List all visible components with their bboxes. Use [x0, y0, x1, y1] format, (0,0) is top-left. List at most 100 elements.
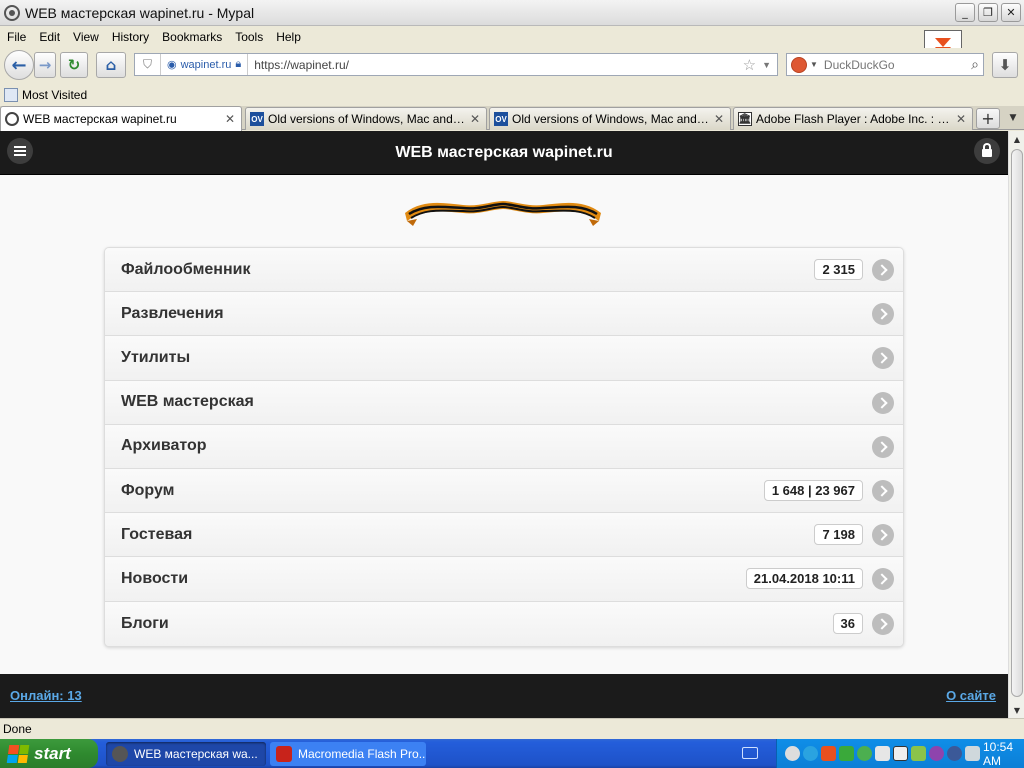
tray-volume-icon[interactable] [965, 746, 980, 761]
list-item-web-workshop[interactable]: WEB мастерская [105, 380, 903, 425]
system-tray: 10:54 AM [776, 739, 1024, 768]
list-item-label: Блоги [121, 614, 169, 632]
list-item-label: Новости [121, 569, 189, 587]
list-item-news[interactable]: Новости 21.04.2018 10:11 [105, 557, 903, 602]
minimize-button[interactable]: _ [955, 3, 975, 22]
tray-close-box-icon[interactable] [893, 746, 908, 761]
close-tab-icon[interactable]: ✕ [223, 112, 237, 126]
search-icon[interactable]: ⌕ [971, 56, 979, 73]
new-tab-button[interactable]: + [976, 108, 1000, 129]
home-button[interactable]: ⌂ [96, 52, 126, 78]
list-item-blogs[interactable]: Блоги 36 [105, 601, 903, 646]
search-input[interactable] [823, 57, 954, 72]
chevron-right-icon [872, 612, 894, 635]
menu-history[interactable]: History [105, 30, 155, 44]
tab-old-versions-1[interactable]: OV Old versions of Windows, Mac and Linu… [245, 107, 487, 130]
site-identity-label: wapinet.ru [180, 58, 232, 71]
lock-icon [982, 143, 992, 157]
address-bar[interactable]: ⛉ ◉ wapinet.ru 🔒︎ https://wapinet.ru/ ☆ … [134, 53, 778, 76]
online-users-link[interactable]: Онлайн: 13 [10, 688, 82, 703]
close-button[interactable]: ✕ [1001, 3, 1021, 22]
menu-tools[interactable]: Tools [228, 30, 269, 44]
list-item-file-exchange[interactable]: Файлообменник 2 315 [105, 248, 903, 293]
list-item-entertainment[interactable]: Развлечения [105, 292, 903, 337]
taskbar-item-mypal[interactable]: WEB мастерская wa... [106, 742, 266, 766]
tray-download-icon[interactable] [821, 746, 836, 761]
taskbar: start WEB мастерская wa... Macromedia Fl… [0, 739, 1024, 768]
sections-list: Файлообменник 2 315 Развлечения Утилиты … [104, 247, 904, 647]
keyboard-icon[interactable] [742, 747, 758, 759]
site-identity[interactable]: ◉ wapinet.ru 🔒︎ [161, 54, 249, 75]
login-button[interactable] [974, 138, 1000, 164]
menu-bookmarks[interactable]: Bookmarks [155, 30, 228, 44]
downloads-button[interactable]: ⬇ [992, 52, 1018, 78]
tray-check-icon[interactable] [839, 746, 854, 761]
close-tab-icon[interactable]: ✕ [468, 112, 482, 126]
list-item-forum[interactable]: Форум 1 648 | 23 967 [105, 468, 903, 514]
navigation-toolbar: ← → ↻ ⌂ ⛉ ◉ wapinet.ru 🔒︎ https://wapine… [0, 48, 1024, 82]
facebook-icon[interactable] [947, 746, 962, 761]
list-item-label: Архиватор [121, 437, 207, 455]
utorrent-icon[interactable] [857, 746, 872, 761]
taskbar-item-flash[interactable]: Macromedia Flash Pro... [270, 742, 426, 766]
restore-button[interactable]: ❐ [978, 3, 998, 22]
page-scrollbar[interactable]: ▲ ▼ [1008, 131, 1024, 718]
menu-file[interactable]: File [0, 30, 32, 44]
chevron-right-icon [872, 259, 894, 281]
tray-speaker-icon[interactable] [875, 746, 890, 761]
count-badge: 7 198 [814, 524, 863, 546]
menu-bar: File Edit View History Bookmarks Tools H… [0, 27, 1024, 47]
tray-app-icon[interactable] [785, 746, 800, 761]
status-text: Done [3, 722, 32, 736]
url-dropdown-icon[interactable]: ▼ [762, 60, 777, 70]
mypal-app-icon [4, 4, 20, 21]
search-engine-dropdown-icon[interactable]: ▼ [810, 60, 818, 69]
tab-label: Old versions of Windows, Mac and Linu... [512, 112, 712, 126]
list-item-guestbook[interactable]: Гостевая 7 198 [105, 513, 903, 558]
chevron-right-icon [872, 347, 894, 370]
tray-shield-icon[interactable] [911, 746, 926, 761]
clock[interactable]: 10:54 AM [983, 740, 1014, 768]
start-button[interactable]: start [0, 739, 98, 768]
count-badge: 2 315 [814, 259, 863, 280]
scroll-down-arrow-icon[interactable]: ▼ [1009, 702, 1024, 718]
chevron-right-icon [872, 391, 894, 414]
menu-help[interactable]: Help [269, 30, 307, 44]
close-tab-icon[interactable]: ✕ [712, 112, 726, 126]
eye-icon [5, 112, 19, 126]
most-visited-icon [4, 88, 18, 102]
menu-view[interactable]: View [66, 30, 105, 44]
url-text[interactable]: https://wapinet.ru/ [248, 58, 742, 72]
menu-edit[interactable]: Edit [32, 30, 66, 44]
taskbar-item-label: WEB мастерская wa... [134, 747, 258, 761]
duckduckgo-icon[interactable] [791, 56, 807, 73]
status-bar: Done [0, 718, 1024, 739]
taskbar-item-label: Macromedia Flash Pro... [298, 747, 426, 761]
scroll-thumb[interactable] [1011, 149, 1023, 697]
chevron-right-icon [872, 479, 894, 502]
ov-icon: OV [250, 112, 264, 126]
shield-icon[interactable]: ⛉ [135, 54, 161, 75]
tab-adobe-flash[interactable]: 🏛︎ Adobe Flash Player : Adobe Inc. : Fre… [733, 107, 973, 130]
reload-button[interactable]: ↻ [60, 52, 88, 78]
download-arrow-icon: ⬇ [998, 56, 1012, 74]
back-button[interactable]: ← [4, 50, 34, 80]
tab-label: WEB мастерская wapinet.ru [23, 112, 177, 126]
tray-network-icon[interactable] [929, 746, 944, 761]
tray-search-icon[interactable] [803, 746, 818, 761]
most-visited-bookmark[interactable]: Most Visited [22, 88, 87, 102]
tab-wapinet[interactable]: WEB мастерская wapinet.ru ✕ [0, 106, 242, 131]
scroll-up-arrow-icon[interactable]: ▲ [1009, 131, 1024, 147]
bookmark-star-icon[interactable]: ☆ [743, 56, 762, 74]
close-tab-icon[interactable]: ✕ [954, 112, 968, 126]
window-title-bar: WEB мастерская wapinet.ru - Mypal _ ❐ ✕ [0, 0, 1024, 26]
lock-icon: 🔒︎ [235, 58, 242, 70]
tab-list-menu-icon[interactable]: ▼ [1004, 108, 1022, 129]
st-george-ribbon-logo [405, 201, 601, 226]
list-item-utilities[interactable]: Утилиты [105, 336, 903, 381]
about-site-link[interactable]: О сайте [946, 688, 996, 703]
forward-button[interactable]: → [34, 52, 56, 78]
mypal-icon [112, 746, 128, 762]
tab-old-versions-2[interactable]: OV Old versions of Windows, Mac and Linu… [489, 107, 731, 130]
list-item-archiver[interactable]: Архиватор [105, 424, 903, 469]
